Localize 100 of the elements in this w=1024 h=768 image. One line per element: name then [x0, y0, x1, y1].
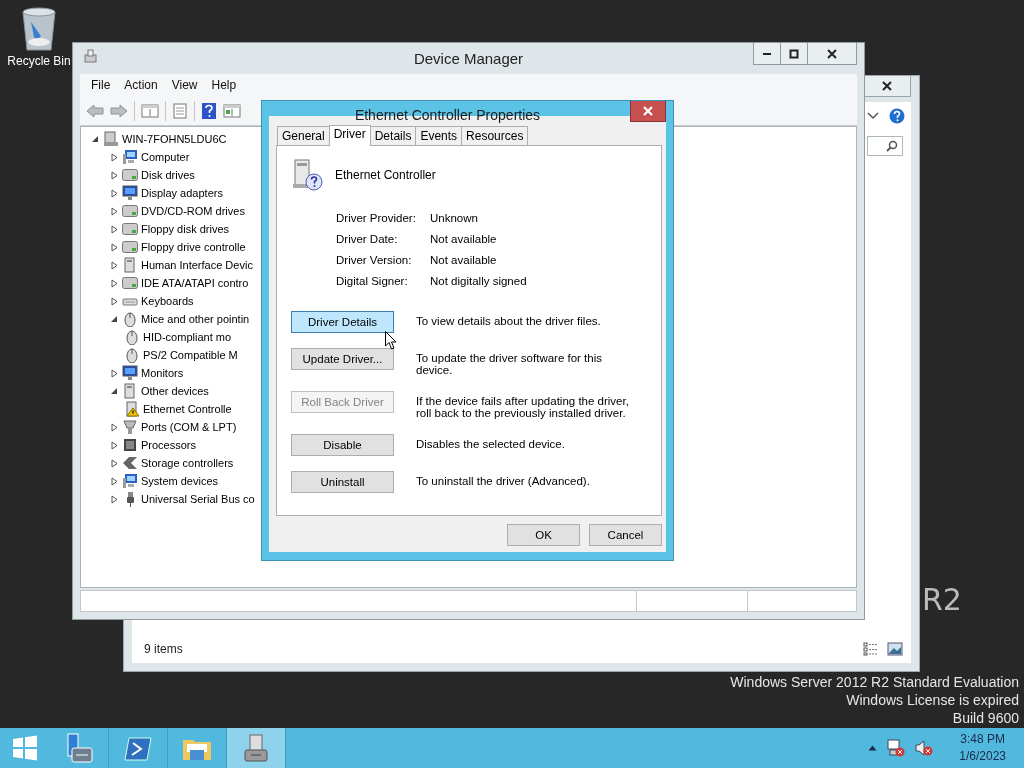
device-icon — [122, 257, 138, 273]
maximize-button[interactable] — [780, 43, 808, 65]
drive-icon — [122, 275, 138, 291]
collapse-arrow-icon[interactable] — [110, 386, 119, 396]
tree-item[interactable]: PS/2 Compatible M — [143, 349, 238, 361]
close-button[interactable] — [807, 43, 857, 65]
up-arrow-icon[interactable] — [868, 745, 878, 751]
expand-arrow-icon[interactable] — [110, 440, 119, 450]
tree-item[interactable]: Display adapters — [141, 187, 223, 199]
action-button[interactable]: Uninstall — [291, 471, 394, 493]
search-icon — [886, 140, 898, 152]
device-question-icon — [291, 158, 323, 192]
tree-item[interactable]: Disk drives — [141, 169, 195, 181]
license-notice: Windows Server 2012 R2 Standard Evaluation — [730, 673, 1019, 691]
dialog-button[interactable]: Cancel — [589, 524, 662, 546]
expand-arrow-icon[interactable] — [110, 260, 119, 270]
tree-item[interactable]: WIN-7FOHN5LDU6C — [122, 133, 227, 145]
window-title: Device Manager — [413, 50, 524, 67]
speaker-muted-icon[interactable] — [915, 739, 934, 757]
help-icon[interactable] — [201, 101, 217, 120]
menu-item[interactable]: File — [84, 76, 118, 94]
tree-item[interactable]: Human Interface Devic — [141, 259, 253, 271]
expand-arrow-icon[interactable] — [110, 224, 119, 234]
expand-arrow-icon[interactable] — [110, 206, 119, 216]
port-icon — [122, 419, 138, 435]
tree-item[interactable]: Storage controllers — [141, 457, 234, 469]
expand-arrow-icon[interactable] — [110, 188, 119, 198]
expand-arrow-icon[interactable] — [110, 152, 119, 162]
cursor-icon — [385, 331, 397, 350]
computer-icon — [122, 149, 138, 165]
computer-icon — [122, 473, 138, 489]
expand-arrow-icon[interactable] — [110, 296, 119, 306]
tree-item[interactable]: Keyboards — [141, 295, 194, 307]
menu-item[interactable]: View — [164, 76, 205, 94]
help-icon[interactable] — [889, 108, 905, 124]
expand-arrow-icon[interactable] — [110, 458, 119, 468]
expand-arrow-icon[interactable] — [110, 422, 119, 432]
close-icon — [827, 48, 837, 59]
tree-item[interactable]: Processors — [141, 439, 197, 451]
chevron-down-icon[interactable] — [867, 112, 879, 120]
action-description: To update the driver software for this device. — [416, 352, 603, 376]
close-button[interactable] — [863, 76, 911, 97]
close-button[interactable] — [630, 101, 666, 122]
license-notice: Windows License is expired — [846, 691, 1019, 709]
tree-item[interactable]: DVD/CD-ROM drives — [141, 205, 245, 217]
panel-icon[interactable] — [223, 102, 241, 119]
expand-arrow-icon[interactable] — [110, 494, 119, 504]
minimize-button[interactable] — [753, 43, 781, 65]
action-button[interactable]: Update Driver... — [291, 348, 394, 370]
large-icons-view-icon[interactable] — [887, 642, 903, 656]
device-icon — [122, 383, 138, 399]
clock[interactable]: 3:48 PM 1/6/2023 — [959, 731, 1006, 765]
tree-item[interactable]: Floppy drive controlle — [141, 241, 246, 253]
tree-item[interactable]: Universal Serial Bus co — [141, 493, 255, 505]
tree-item[interactable]: Mice and other pointin — [141, 313, 250, 325]
tree-item[interactable]: Ports (COM & LPT) — [141, 421, 237, 433]
collapse-arrow-icon[interactable] — [91, 134, 100, 144]
details-view-icon[interactable] — [863, 642, 879, 656]
tree-item[interactable]: Ethernet Controlle — [143, 403, 232, 415]
expand-arrow-icon[interactable] — [110, 278, 119, 288]
tree-item[interactable]: Computer — [141, 151, 190, 163]
expand-arrow-icon[interactable] — [110, 170, 119, 180]
menu-item[interactable]: Help — [204, 76, 244, 94]
action-button[interactable]: Disable — [291, 434, 394, 456]
maximize-icon — [789, 48, 799, 59]
tree-item[interactable]: HID-compliant mo — [143, 331, 232, 343]
tree-item[interactable]: Floppy disk drives — [141, 223, 230, 235]
network-error-icon[interactable] — [887, 739, 906, 757]
tree-item[interactable]: Other devices — [141, 385, 209, 397]
chip-icon — [122, 437, 138, 453]
field-label: Driver Date: — [336, 233, 399, 245]
expand-arrow-icon[interactable] — [110, 476, 119, 486]
desktop-icon-label[interactable]: Recycle Bin — [7, 54, 71, 68]
windows-logo-icon — [12, 735, 38, 761]
action-button[interactable]: Driver Details — [291, 311, 394, 333]
collapse-arrow-icon[interactable] — [110, 314, 119, 324]
menu-item[interactable]: Action — [117, 76, 165, 94]
tree-item[interactable]: Monitors — [141, 367, 184, 379]
device-name: Ethernet Controller — [335, 168, 436, 182]
tab[interactable]: Driver — [328, 125, 371, 146]
dialog-button[interactable]: OK — [507, 524, 580, 546]
minimize-icon — [763, 52, 771, 55]
close-icon — [882, 81, 892, 91]
expand-arrow-icon[interactable] — [110, 242, 119, 252]
tree-item[interactable]: System devices — [141, 475, 219, 487]
status-text: 9 items — [144, 642, 183, 656]
field-label: Driver Version: — [336, 254, 413, 266]
drive-icon — [122, 203, 138, 219]
tab[interactable]: Resources — [461, 126, 529, 145]
server-icon — [103, 131, 119, 147]
tab[interactable]: General — [277, 126, 330, 145]
drive-icon — [122, 239, 138, 255]
expand-arrow-icon[interactable] — [110, 368, 119, 378]
search-field[interactable] — [867, 136, 903, 156]
taskbar-button[interactable] — [227, 728, 286, 768]
close-icon — [643, 106, 653, 116]
mouse-icon — [122, 311, 138, 327]
tree-item[interactable]: IDE ATA/ATAPI contro — [141, 277, 249, 289]
action-description: Disables the selected device. — [416, 438, 566, 450]
field-value: Not available — [430, 254, 498, 266]
